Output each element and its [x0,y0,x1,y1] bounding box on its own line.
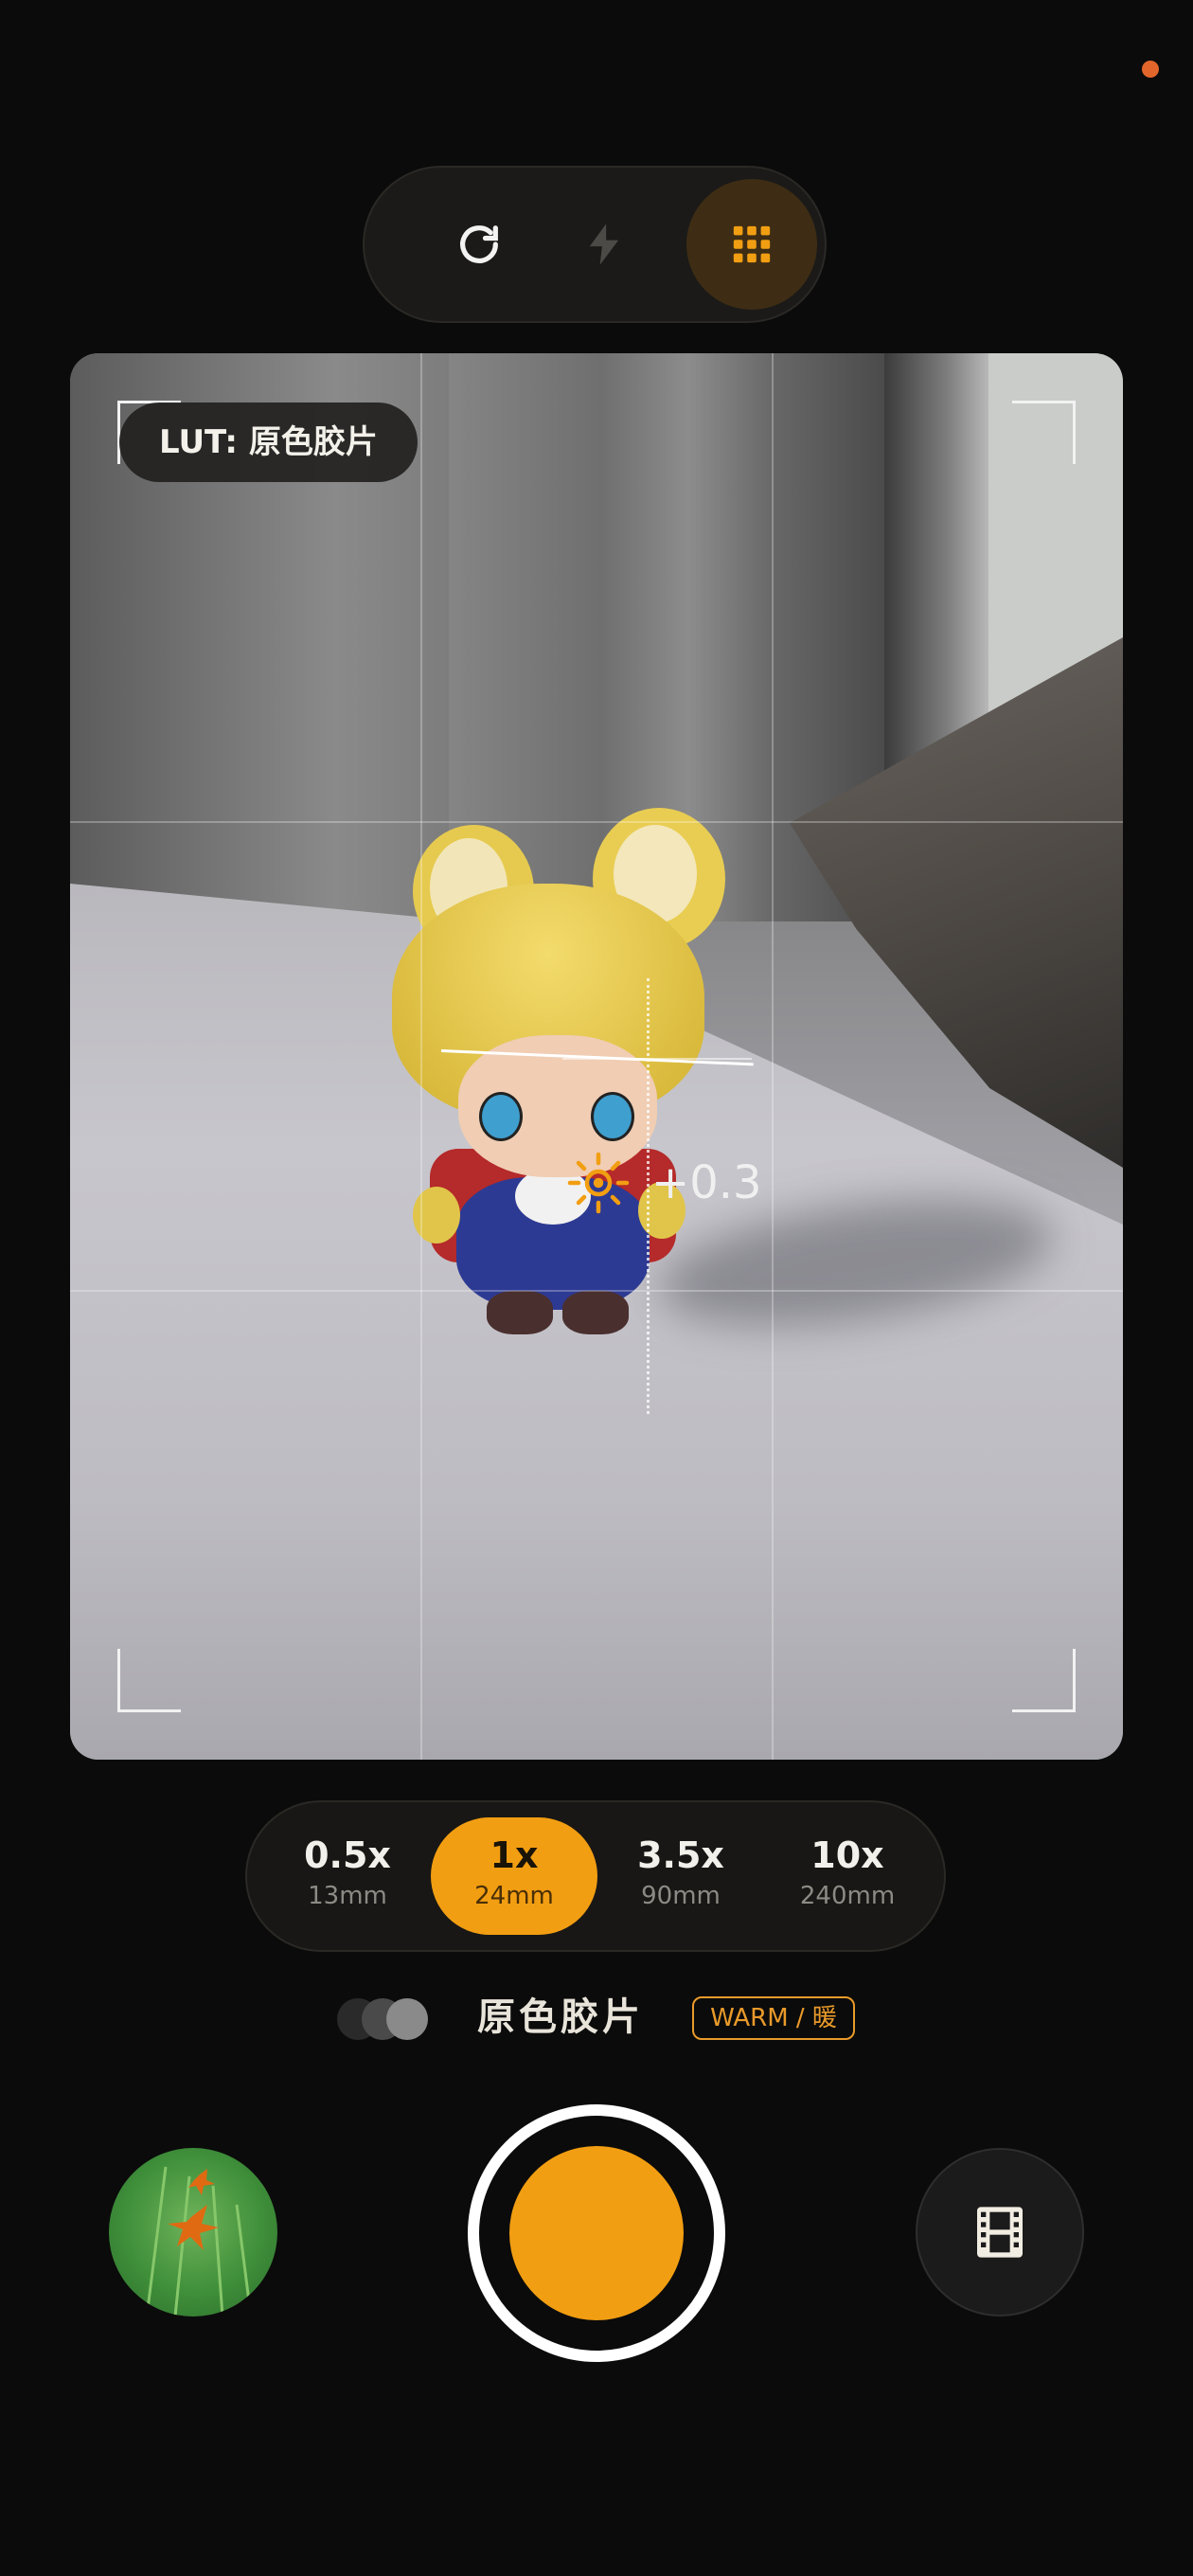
lens-focal-label: 240mm [799,1882,896,1910]
flower-image-icon [145,2166,253,2317]
top-controls-bar [363,166,827,323]
lens-option-3.5x[interactable]: 3.5x 90mm [597,1817,764,1935]
lens-zoom-label: 0.5x [304,1834,391,1876]
lens-option-10x[interactable]: 10x 240mm [764,1817,931,1935]
lens-focal-label: 90mm [641,1882,721,1910]
status-indicator-dot [1142,61,1159,78]
grid-icon [733,225,771,263]
frame-corner-bottom-right [1012,1649,1076,1712]
shutter-button-inner [509,2146,684,2320]
lens-focal-label: 24mm [474,1882,554,1910]
figurine-eye-left [479,1092,523,1141]
camera-viewfinder[interactable]: LUT: 原色胶片 +0.3 [70,353,1123,1760]
refresh-icon [460,225,498,263]
grid-line-vertical-1 [420,353,422,1760]
lens-option-0.5x[interactable]: 0.5x 13mm [264,1817,431,1935]
exposure-sun-icon[interactable] [564,1149,632,1217]
film-strip-icon [977,2207,1023,2258]
shutter-button[interactable] [468,2104,725,2362]
lens-zoom-label: 10x [810,1834,884,1876]
lens-zoom-label: 1x [490,1834,539,1876]
refresh-button[interactable] [414,179,544,310]
film-toggle-circle-3 [386,1998,428,2040]
figurine-boot-right [562,1291,629,1334]
lens-zoom-label: 3.5x [637,1834,724,1876]
flash-icon [589,224,619,265]
lens-option-1x[interactable]: 1x 24mm [431,1817,597,1935]
grid-line-horizontal-2 [70,1290,1123,1292]
lens-focal-label: 13mm [308,1882,387,1910]
exposure-slider-track[interactable] [647,978,650,1414]
grid-line-horizontal-1 [70,821,1123,823]
film-style-name[interactable]: 原色胶片 [477,1991,644,2044]
figurine-eye-right [591,1092,634,1141]
exposure-value: +0.3 [651,1156,762,1209]
frame-corner-top-right [1012,401,1076,464]
grid-toggle-button[interactable] [686,179,817,310]
frame-corner-bottom-left [117,1649,181,1712]
lut-label-chip[interactable]: LUT: 原色胶片 [119,402,418,482]
gallery-thumbnail[interactable] [109,2148,277,2317]
grid-line-vertical-2 [772,353,774,1760]
figurine-boot-left [487,1291,553,1334]
warm-tone-badge[interactable]: WARM / 暖 [692,1996,855,2040]
lens-selector: 0.5x 13mm 1x 24mm 3.5x 90mm 10x 240mm [245,1800,946,1952]
film-style-toggle[interactable] [337,1998,432,2040]
flash-button[interactable] [539,179,669,310]
film-mode-button[interactable] [916,2148,1084,2317]
